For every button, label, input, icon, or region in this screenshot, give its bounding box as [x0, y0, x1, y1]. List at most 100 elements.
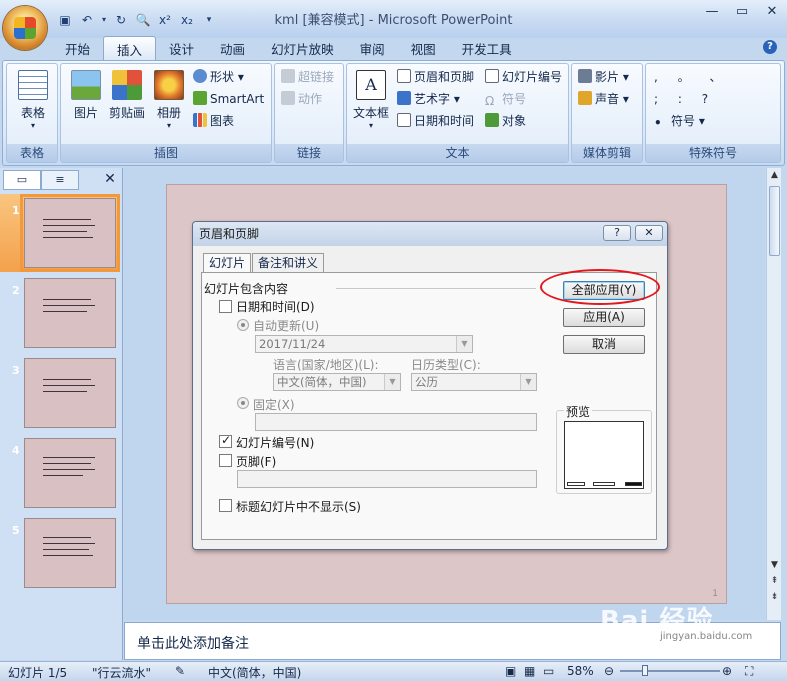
slide-thumbnail[interactable] — [24, 518, 116, 588]
close-panel-icon[interactable]: ✕ — [100, 170, 120, 190]
special-symbol-button[interactable]: • 符号 ▾ — [654, 111, 705, 131]
group-label-text: 文本 — [347, 144, 568, 162]
slide-thumbnail[interactable] — [24, 358, 116, 428]
hyperlink-label: 超链接 — [298, 70, 335, 84]
close-icon[interactable]: ✕ — [763, 4, 781, 20]
calendar-label: 日历类型(C): — [411, 358, 481, 372]
sound-button[interactable]: 声音 ▾ — [578, 89, 629, 109]
status-theme: "行云流水" — [92, 666, 152, 680]
fit-window-icon[interactable]: ⛶ — [745, 664, 753, 679]
action-button[interactable]: 动作 — [281, 89, 322, 109]
symbol-button[interactable]: Ω 符号 — [485, 89, 526, 109]
datetime-checkbox[interactable] — [219, 300, 232, 313]
picture-icon — [71, 70, 101, 100]
slides-tab[interactable]: ▭ — [3, 170, 41, 190]
panel-tabs: ▭ ≡ ✕ — [0, 170, 122, 190]
header-footer-button[interactable]: 页眉和页脚 — [397, 67, 474, 87]
shapes-button[interactable]: 形状 ▾ — [193, 67, 244, 87]
scroll-down-icon[interactable]: ▼ — [767, 560, 782, 574]
group-label-media: 媒体剪辑 — [572, 144, 642, 162]
zoom-slider-thumb[interactable] — [642, 665, 648, 676]
ribbon: 表格 ▾ 表格 图片 剪贴画 相册 ▾ 形状 ▾ SmartArt 图表 插图 超链… — [2, 60, 785, 166]
auto-update-radio[interactable] — [237, 319, 249, 331]
movie-button[interactable]: 影片 ▾ — [578, 67, 629, 87]
hyperlink-button[interactable]: 超链接 — [281, 67, 334, 87]
group-special-symbols: , 。 、 ; : ? • 符号 ▾ 特殊符号 — [645, 63, 781, 163]
tab-slideshow[interactable]: 幻灯片放映 — [258, 36, 347, 60]
title-slide-hide-checkbox[interactable] — [219, 499, 232, 512]
footer-checkbox[interactable] — [219, 454, 232, 467]
help-icon[interactable]: ? — [763, 40, 777, 54]
calendar-icon — [397, 113, 411, 127]
title-slide-hide-label: 标题幻灯片中不显示(S) — [236, 500, 361, 514]
tab-notes-handouts[interactable]: 备注和讲义 — [252, 253, 325, 273]
outline-tab[interactable]: ≡ — [41, 170, 79, 190]
clipart-button[interactable]: 剪贴画 — [105, 70, 149, 121]
status-bar: 幻灯片 1/5 "行云流水" ✎ 中文(简体，中国) ▣ ▦ ▭ 58% ⊖ ⊕… — [0, 661, 787, 681]
zoom-level[interactable]: 58% — [567, 664, 594, 678]
speaker-icon — [578, 91, 592, 105]
tab-home[interactable]: 开始 — [52, 36, 103, 60]
table-button[interactable]: 表格 ▾ — [13, 70, 53, 130]
dialog-close-button[interactable]: ✕ — [635, 225, 663, 241]
zoom-out-icon[interactable]: ⊖ — [604, 664, 614, 678]
slide-thumbnail[interactable] — [24, 278, 116, 348]
spellcheck-icon[interactable]: ✎ — [175, 664, 185, 678]
sorter-view-icon[interactable]: ▦ — [524, 664, 535, 678]
punctuation-row-2[interactable]: ; : ? — [654, 89, 716, 109]
slide-number-ribbon-label: 幻灯片编号 — [502, 70, 563, 84]
minimize-icon[interactable]: — — [703, 4, 721, 20]
tab-view[interactable]: 视图 — [398, 36, 449, 60]
clipart-icon — [112, 70, 142, 100]
language-select[interactable]: 中文(简体，中国) ▼ — [273, 373, 401, 391]
cancel-button[interactable]: 取消 — [563, 335, 645, 354]
dialog-help-button[interactable]: ? — [603, 225, 631, 241]
group-illustrations: 图片 剪贴画 相册 ▾ 形状 ▾ SmartArt 图表 插图 — [60, 63, 272, 163]
prev-slide-icon[interactable]: ⇞ — [767, 576, 782, 590]
window-controls: — ▭ ✕ — [703, 4, 781, 20]
status-language[interactable]: 中文(简体，中国) — [208, 664, 301, 681]
fixed-radio[interactable] — [237, 397, 249, 409]
slideshow-view-icon[interactable]: ▭ — [543, 664, 554, 678]
textbox-button[interactable]: A 文本框 ▾ — [351, 70, 391, 130]
next-slide-icon[interactable]: ⇟ — [767, 592, 782, 606]
apply-button[interactable]: 应用(A) — [563, 308, 645, 327]
tab-developer[interactable]: 开发工具 — [449, 36, 525, 60]
fixed-date-input[interactable] — [255, 413, 537, 431]
footer-input[interactable] — [237, 470, 537, 488]
date-format-select[interactable]: 2017/11/24 ▼ — [255, 335, 473, 353]
calendar-select[interactable]: 公历 ▼ — [411, 373, 537, 391]
picture-button[interactable]: 图片 — [67, 70, 105, 121]
slide-number-checkbox[interactable] — [219, 433, 232, 448]
slide-thumbnail[interactable] — [20, 194, 120, 272]
datetime-button[interactable]: 日期和时间 — [397, 111, 474, 131]
normal-view-icon[interactable]: ▣ — [505, 664, 516, 678]
zoom-in-icon[interactable]: ⊕ — [722, 664, 732, 678]
footer-label: 页脚(F) — [236, 455, 277, 469]
office-button[interactable] — [3, 6, 47, 50]
slide-thumbnail[interactable] — [24, 438, 116, 508]
punctuation-row-1[interactable]: , 。 、 — [654, 67, 729, 87]
datetime-label: 日期和时间 — [414, 114, 475, 128]
shapes-icon — [193, 69, 207, 83]
chart-icon — [193, 113, 207, 127]
object-icon — [485, 113, 499, 127]
scroll-up-icon[interactable]: ▲ — [767, 170, 782, 184]
vertical-scrollbar[interactable]: ▲ ▼ ⇞ ⇟ — [766, 168, 781, 620]
album-button[interactable]: 相册 ▾ — [149, 70, 189, 130]
wordart-button[interactable]: 艺术字 ▾ — [397, 89, 460, 109]
scroll-thumb[interactable] — [769, 186, 780, 256]
maximize-icon[interactable]: ▭ — [733, 4, 751, 20]
tab-design[interactable]: 设计 — [156, 36, 207, 60]
textbox-icon: A — [356, 70, 386, 100]
tab-review[interactable]: 审阅 — [347, 36, 398, 60]
slide-number-label: 幻灯片编号(N) — [236, 436, 315, 450]
chart-button[interactable]: 图表 — [193, 111, 234, 131]
zoom-slider[interactable] — [620, 670, 720, 672]
object-button[interactable]: 对象 — [485, 111, 526, 131]
tab-animation[interactable]: 动画 — [207, 36, 258, 60]
tab-slide[interactable]: 幻灯片 — [203, 253, 252, 274]
slide-number-button[interactable]: 幻灯片编号 — [485, 67, 562, 87]
smartart-button[interactable]: SmartArt — [193, 89, 264, 109]
tab-insert[interactable]: 插入 — [103, 36, 157, 60]
